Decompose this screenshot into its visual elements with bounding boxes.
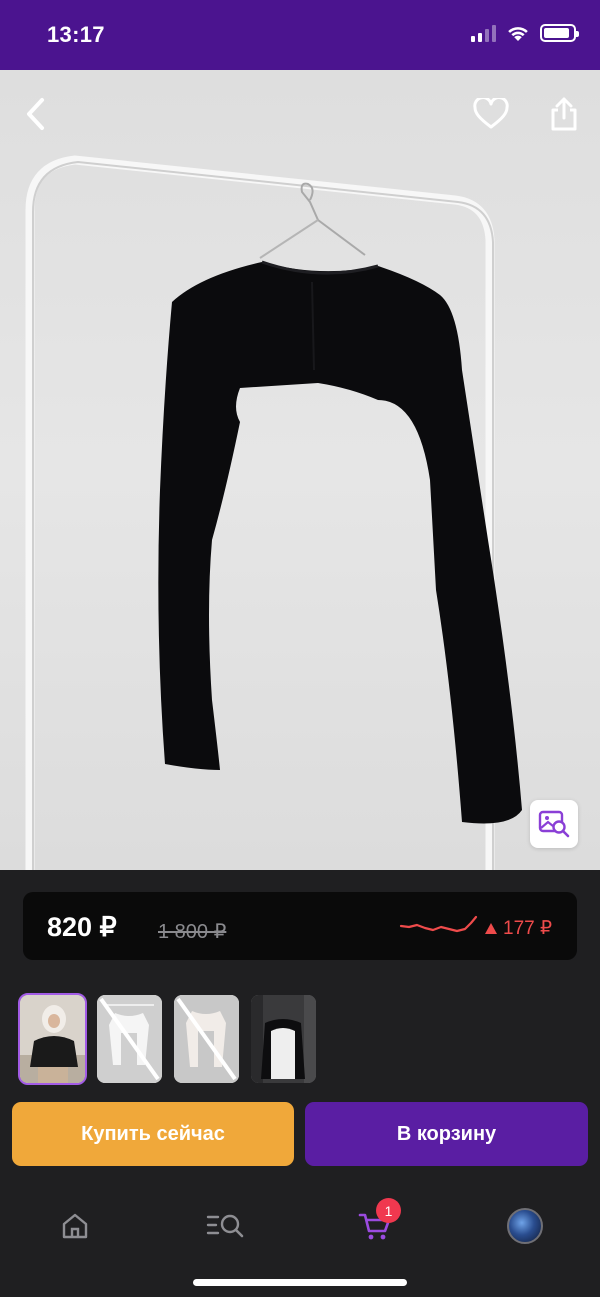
thumb-model-front[interactable] <box>18 993 87 1085</box>
thumbnail-strip <box>18 993 316 1085</box>
cart-count-badge: 1 <box>376 1198 401 1223</box>
home-icon <box>62 1213 88 1239</box>
cellular-signal-icon <box>471 24 496 42</box>
image-search-icon <box>538 810 570 838</box>
status-icons <box>471 24 579 42</box>
visual-search-button[interactable] <box>530 800 578 848</box>
bottom-tab-bar: 1 <box>0 1182 600 1297</box>
share-button[interactable] <box>540 90 588 138</box>
heart-outline-icon <box>473 98 509 129</box>
thumb-white-crossed-2[interactable] <box>174 995 239 1083</box>
avatar <box>507 1208 543 1244</box>
battery-fill <box>544 28 570 38</box>
add-to-cart-button[interactable]: В корзину <box>305 1102 588 1166</box>
back-button[interactable] <box>12 90 60 138</box>
triangle-up-icon <box>485 923 497 934</box>
catalog-search-icon <box>206 1214 244 1238</box>
thumb-black-white-hanger[interactable] <box>251 995 316 1083</box>
wifi-icon <box>508 27 528 41</box>
thumb-white-crossed[interactable] <box>97 995 162 1083</box>
old-price: 1 800 ₽ <box>158 921 227 943</box>
product-page: 13:17 820 ₽ 1 800 ₽ 177 ₽ Купить сейчас … <box>0 0 600 1297</box>
status-bar: 13:17 <box>0 0 600 70</box>
price-card[interactable]: 820 ₽ 1 800 ₽ 177 ₽ <box>23 892 577 960</box>
price-change-value: 177 ₽ <box>503 918 553 939</box>
share-icon <box>551 97 577 131</box>
current-price: 820 ₽ <box>47 912 117 942</box>
tab-home[interactable] <box>45 1196 105 1256</box>
home-indicator <box>193 1279 407 1286</box>
buy-now-button[interactable]: Купить сейчас <box>12 1102 294 1166</box>
chevron-left-icon <box>27 98 44 130</box>
tab-profile[interactable] <box>495 1196 555 1256</box>
price-change: 177 ₽ <box>485 917 552 940</box>
tab-cart[interactable]: 1 <box>345 1196 405 1256</box>
product-image <box>25 155 523 870</box>
tab-catalog[interactable] <box>195 1196 255 1256</box>
product-bottom-sheet: 820 ₽ 1 800 ₽ 177 ₽ Купить сейчас В корз… <box>0 870 600 1297</box>
price-trend-sparkline <box>399 915 478 933</box>
status-time: 13:17 <box>47 22 105 47</box>
product-photo[interactable] <box>0 70 600 870</box>
battery-icon <box>540 24 579 42</box>
favorite-button[interactable] <box>467 90 515 138</box>
